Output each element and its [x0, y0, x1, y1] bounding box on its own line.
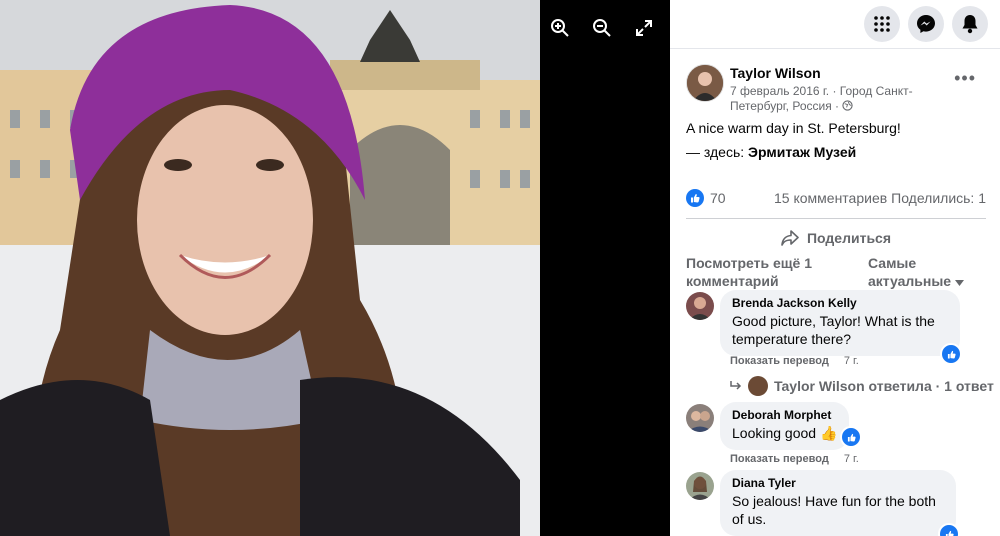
comment-actions: Показать перевод 7 г.	[730, 453, 859, 465]
fullscreen-icon[interactable]	[630, 14, 658, 42]
comment-actions: Показать перевод 7 г.	[730, 355, 859, 367]
like-reaction-icon[interactable]	[938, 523, 960, 536]
zoom-out-icon[interactable]	[588, 14, 616, 42]
author-avatar[interactable]	[686, 64, 724, 102]
comment-bubble: Deborah Morphet Looking good 👍	[720, 402, 850, 450]
author-name[interactable]: Taylor Wilson	[730, 65, 821, 81]
show-translation-link[interactable]: Показать перевод	[730, 453, 829, 465]
comments-count[interactable]: 15 комментариев	[774, 190, 887, 206]
comment-text: Looking good 👍	[732, 425, 838, 441]
like-count[interactable]: 70	[710, 190, 726, 206]
comment-bubble: Brenda Jackson Kelly Good picture, Taylo…	[720, 290, 960, 356]
photo-image	[0, 0, 540, 536]
divider	[686, 218, 986, 219]
comment-bubble: Diana Tyler So jealous! Have fun for the…	[720, 470, 956, 536]
reply-arrow-icon	[730, 381, 742, 390]
like-reaction-icon[interactable]	[686, 189, 704, 207]
commenter-avatar[interactable]	[686, 472, 714, 500]
share-icon	[781, 230, 799, 246]
top-navigation	[670, 0, 1000, 49]
post-meta: 7 февраль 2016 г. · Город Санкт-Петербур…	[730, 84, 920, 114]
post-photo[interactable]	[0, 0, 540, 536]
more-options-icon[interactable]: •••	[954, 68, 976, 89]
shares-count[interactable]: Поделились: 1	[891, 190, 986, 206]
post-side-panel: Taylor Wilson 7 февраль 2016 г. · Город …	[670, 0, 1000, 536]
sort-label: Самые актуальные	[868, 255, 952, 289]
see-more-comments[interactable]: Посмотреть ещё 1 комментарий	[686, 254, 816, 290]
comment-text: So jealous! Have fun for the both of us.	[732, 493, 936, 527]
post-meta-text[interactable]: 7 февраль 2016 г. · Город Санкт-Петербур…	[730, 84, 913, 113]
post-stats: 70 15 комментариев Поделились: 1	[686, 188, 986, 210]
show-translation-link[interactable]: Показать перевод	[730, 355, 829, 367]
chevron-down-icon	[954, 280, 964, 286]
like-reaction-icon[interactable]	[940, 343, 962, 365]
menu-grid-icon[interactable]	[864, 6, 900, 42]
commenter-avatar[interactable]	[686, 404, 714, 432]
like-reaction-icon[interactable]	[840, 426, 862, 448]
messenger-icon[interactable]	[908, 6, 944, 42]
post-text: A nice warm day in St. Petersburg!	[686, 120, 901, 136]
reply-text: Taylor Wilson ответила · 1 ответ	[774, 378, 994, 394]
zoom-in-icon[interactable]	[546, 14, 574, 42]
photo-viewer-controls	[540, 0, 670, 536]
commenter-name[interactable]: Brenda Jackson Kelly	[732, 296, 948, 310]
view-replies[interactable]: Taylor Wilson ответила · 1 ответ	[730, 376, 994, 396]
commenter-avatar[interactable]	[686, 292, 714, 320]
comment-sort-dropdown[interactable]: Самые актуальные	[868, 254, 978, 290]
comment-time[interactable]: 7 г.	[844, 355, 859, 367]
globe-icon	[842, 99, 854, 113]
share-label: Поделиться	[806, 230, 892, 246]
location-link[interactable]: Эрмитаж Музей	[748, 144, 856, 160]
share-button[interactable]: Поделиться	[686, 222, 986, 254]
commenter-name[interactable]: Deborah Morphet	[732, 408, 837, 422]
notifications-bell-icon[interactable]	[952, 6, 988, 42]
location-prefix: — здесь:	[686, 144, 749, 160]
post-location: — здесь: Эрмитаж Музей	[686, 144, 856, 160]
post-header: Taylor Wilson 7 февраль 2016 г. · Город …	[686, 62, 986, 114]
reply-avatar	[748, 376, 768, 396]
commenter-name[interactable]: Diana Tyler	[732, 476, 944, 490]
comment-text: Good picture, Taylor! What is the temper…	[732, 313, 935, 347]
comment-time[interactable]: 7 г.	[844, 453, 859, 465]
